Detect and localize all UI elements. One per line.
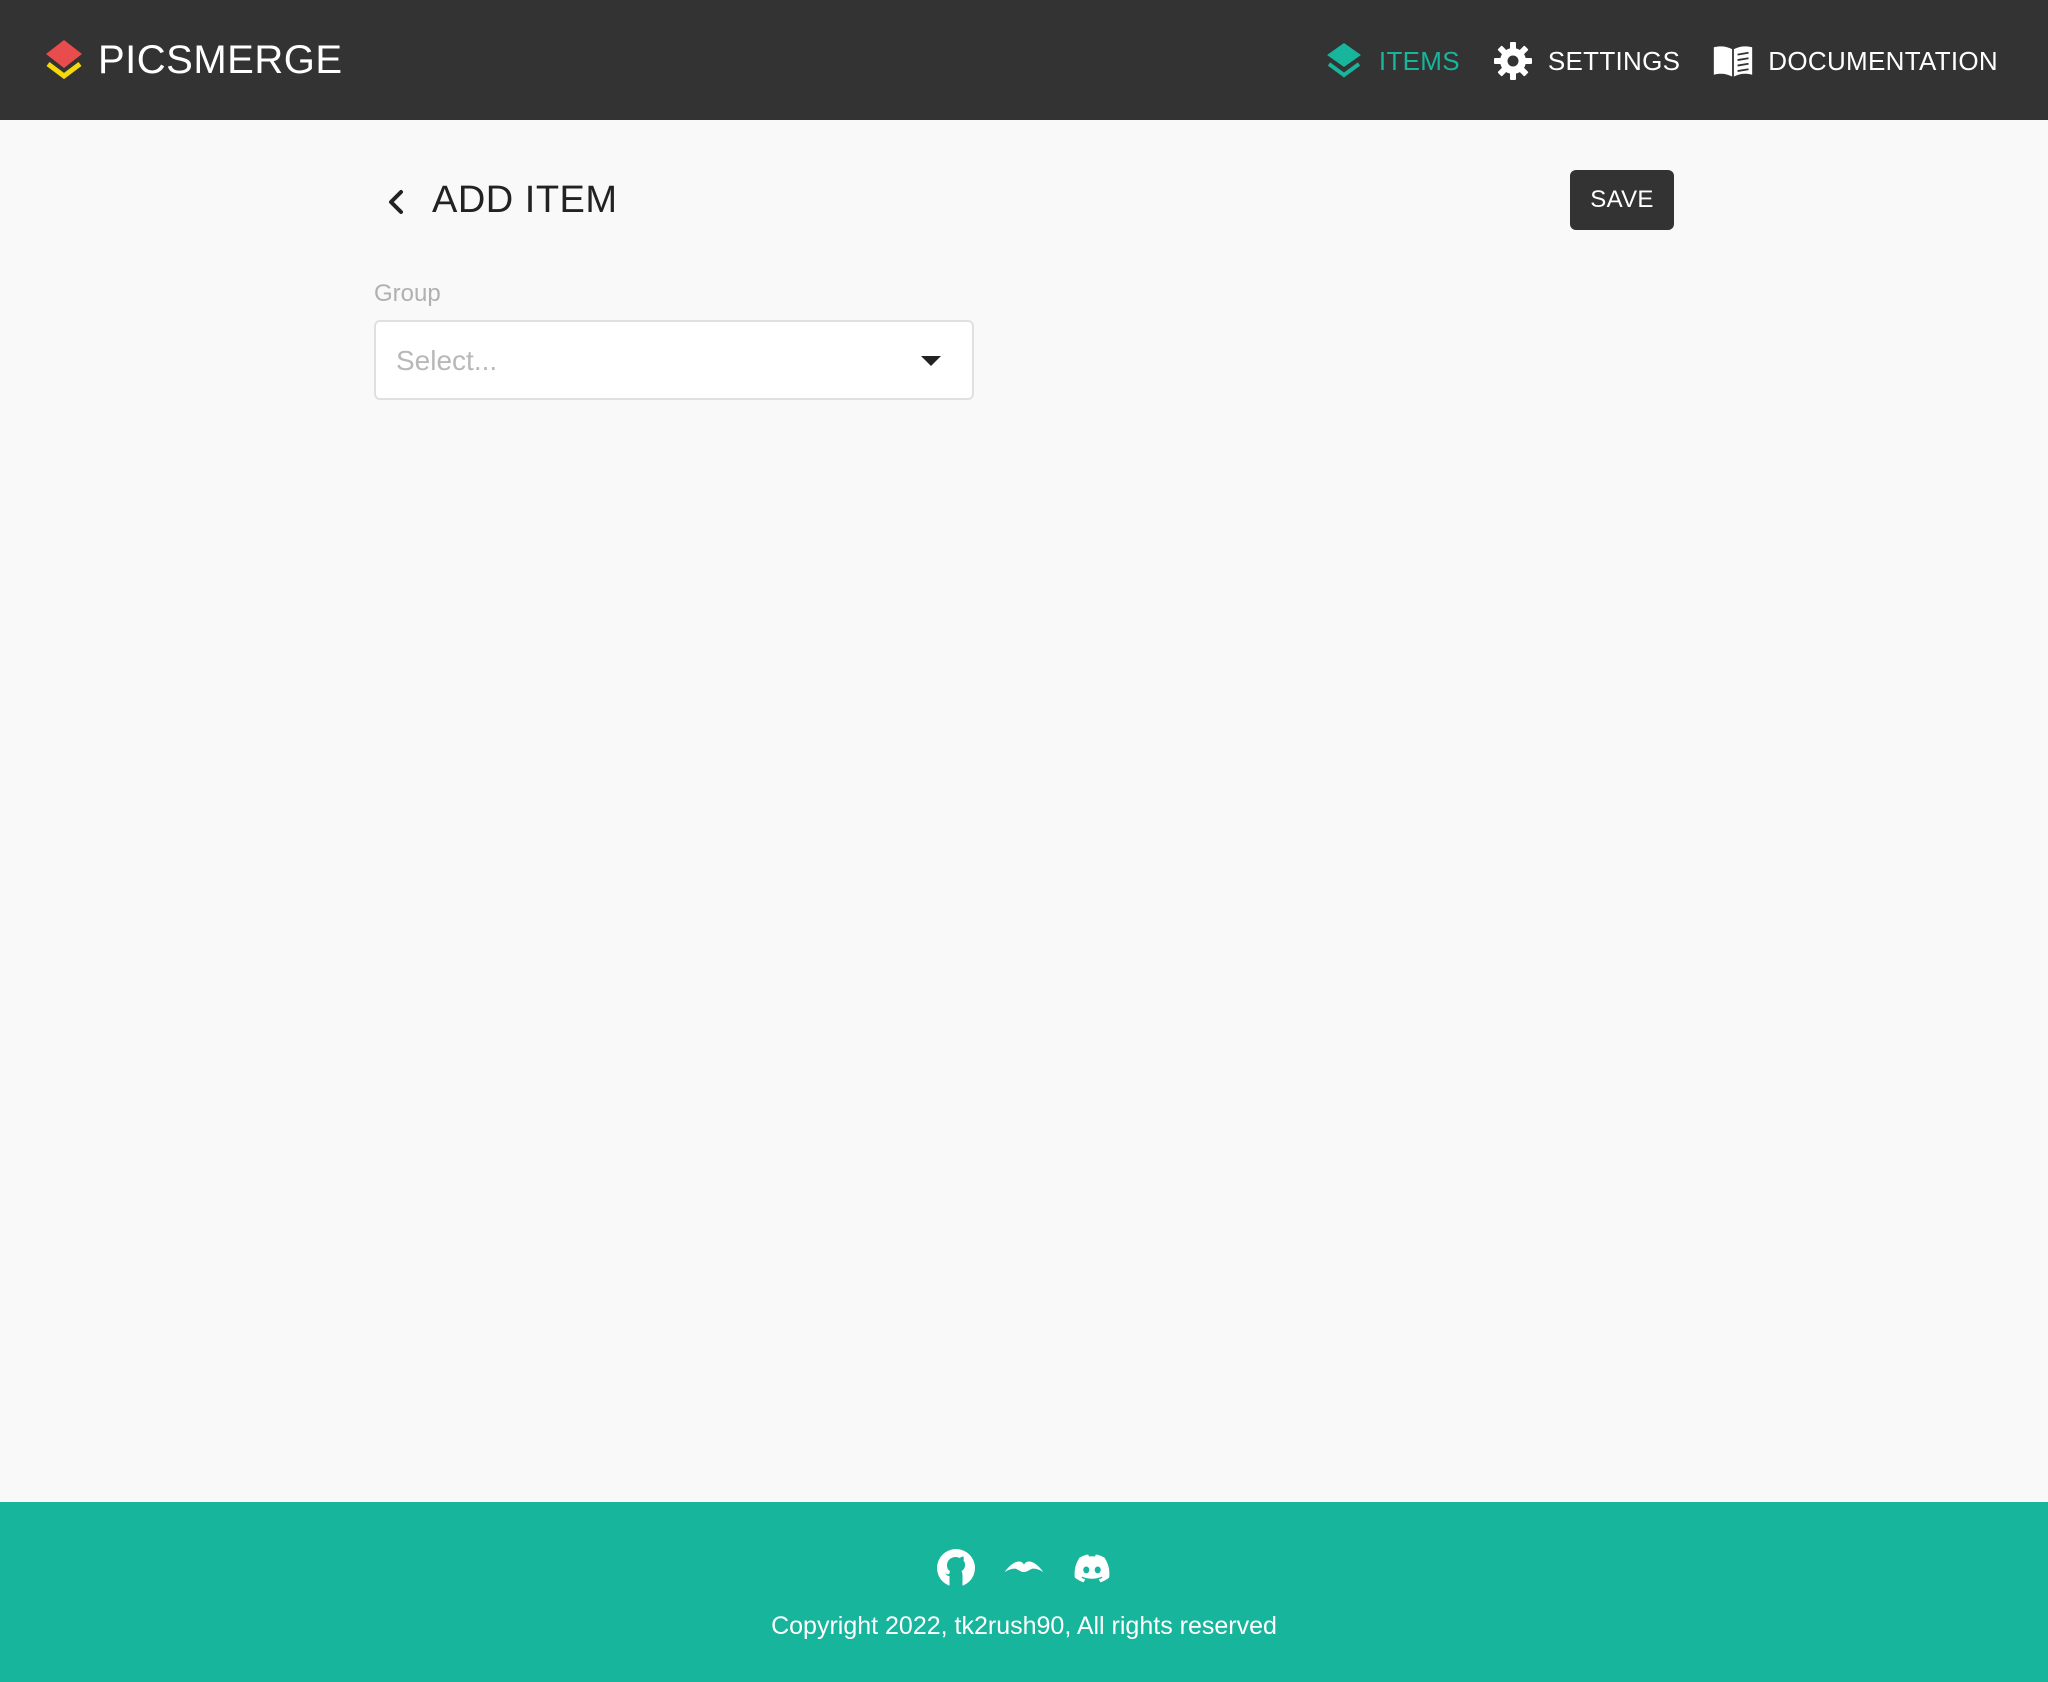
nav-settings[interactable]: SETTINGS [1492, 40, 1680, 82]
discord-link[interactable] [1071, 1547, 1113, 1589]
nav-settings-label: SETTINGS [1547, 45, 1681, 76]
app: PICSMERGE ITEMS SETTINGS DOCUMENTATION A… [0, 0, 2048, 1682]
gear-icon [1493, 42, 1532, 80]
picsmerge-logo-icon [46, 40, 82, 80]
top-navbar: PICSMERGE ITEMS SETTINGS DOCUMENTATION [0, 0, 2048, 120]
group-field-label: Group [374, 280, 441, 307]
back-button[interactable] [374, 180, 418, 224]
brand-logo[interactable]: PICSMERGE [44, 32, 343, 88]
footer-social-links [0, 1546, 2048, 1590]
brand-name: PICSMERGE [98, 38, 343, 82]
chevron-left-icon [389, 190, 403, 214]
copyright-text: Copyright 2022, tk2rush90, All rights re… [771, 1612, 1277, 1640]
github-link[interactable] [935, 1547, 977, 1589]
page-title: ADD ITEM [432, 179, 618, 221]
main-nav: ITEMS SETTINGS DOCUMENTATION [1291, 36, 1998, 86]
nav-documentation[interactable]: DOCUMENTATION [1712, 40, 1998, 82]
save-button[interactable]: SAVE [1570, 170, 1674, 230]
nav-documentation-label: DOCUMENTATION [1768, 45, 1998, 76]
github-icon [937, 1549, 975, 1587]
ko-fi-icon [1004, 1561, 1044, 1573]
book-icon [1714, 46, 1753, 77]
page-header: ADD ITEM SAVE [374, 170, 1674, 232]
group-select[interactable]: Select... [374, 320, 974, 400]
group-select-placeholder: Select... [396, 345, 498, 376]
caret-down-icon [921, 356, 941, 366]
ko-fi-link[interactable] [1003, 1547, 1045, 1589]
footer: Copyright 2022, tk2rush90, All rights re… [0, 1502, 2048, 1682]
layers-icon [1326, 43, 1361, 78]
nav-items-label: ITEMS [1378, 45, 1460, 76]
nav-items[interactable]: ITEMS [1323, 40, 1460, 82]
discord-icon [1074, 1554, 1110, 1583]
